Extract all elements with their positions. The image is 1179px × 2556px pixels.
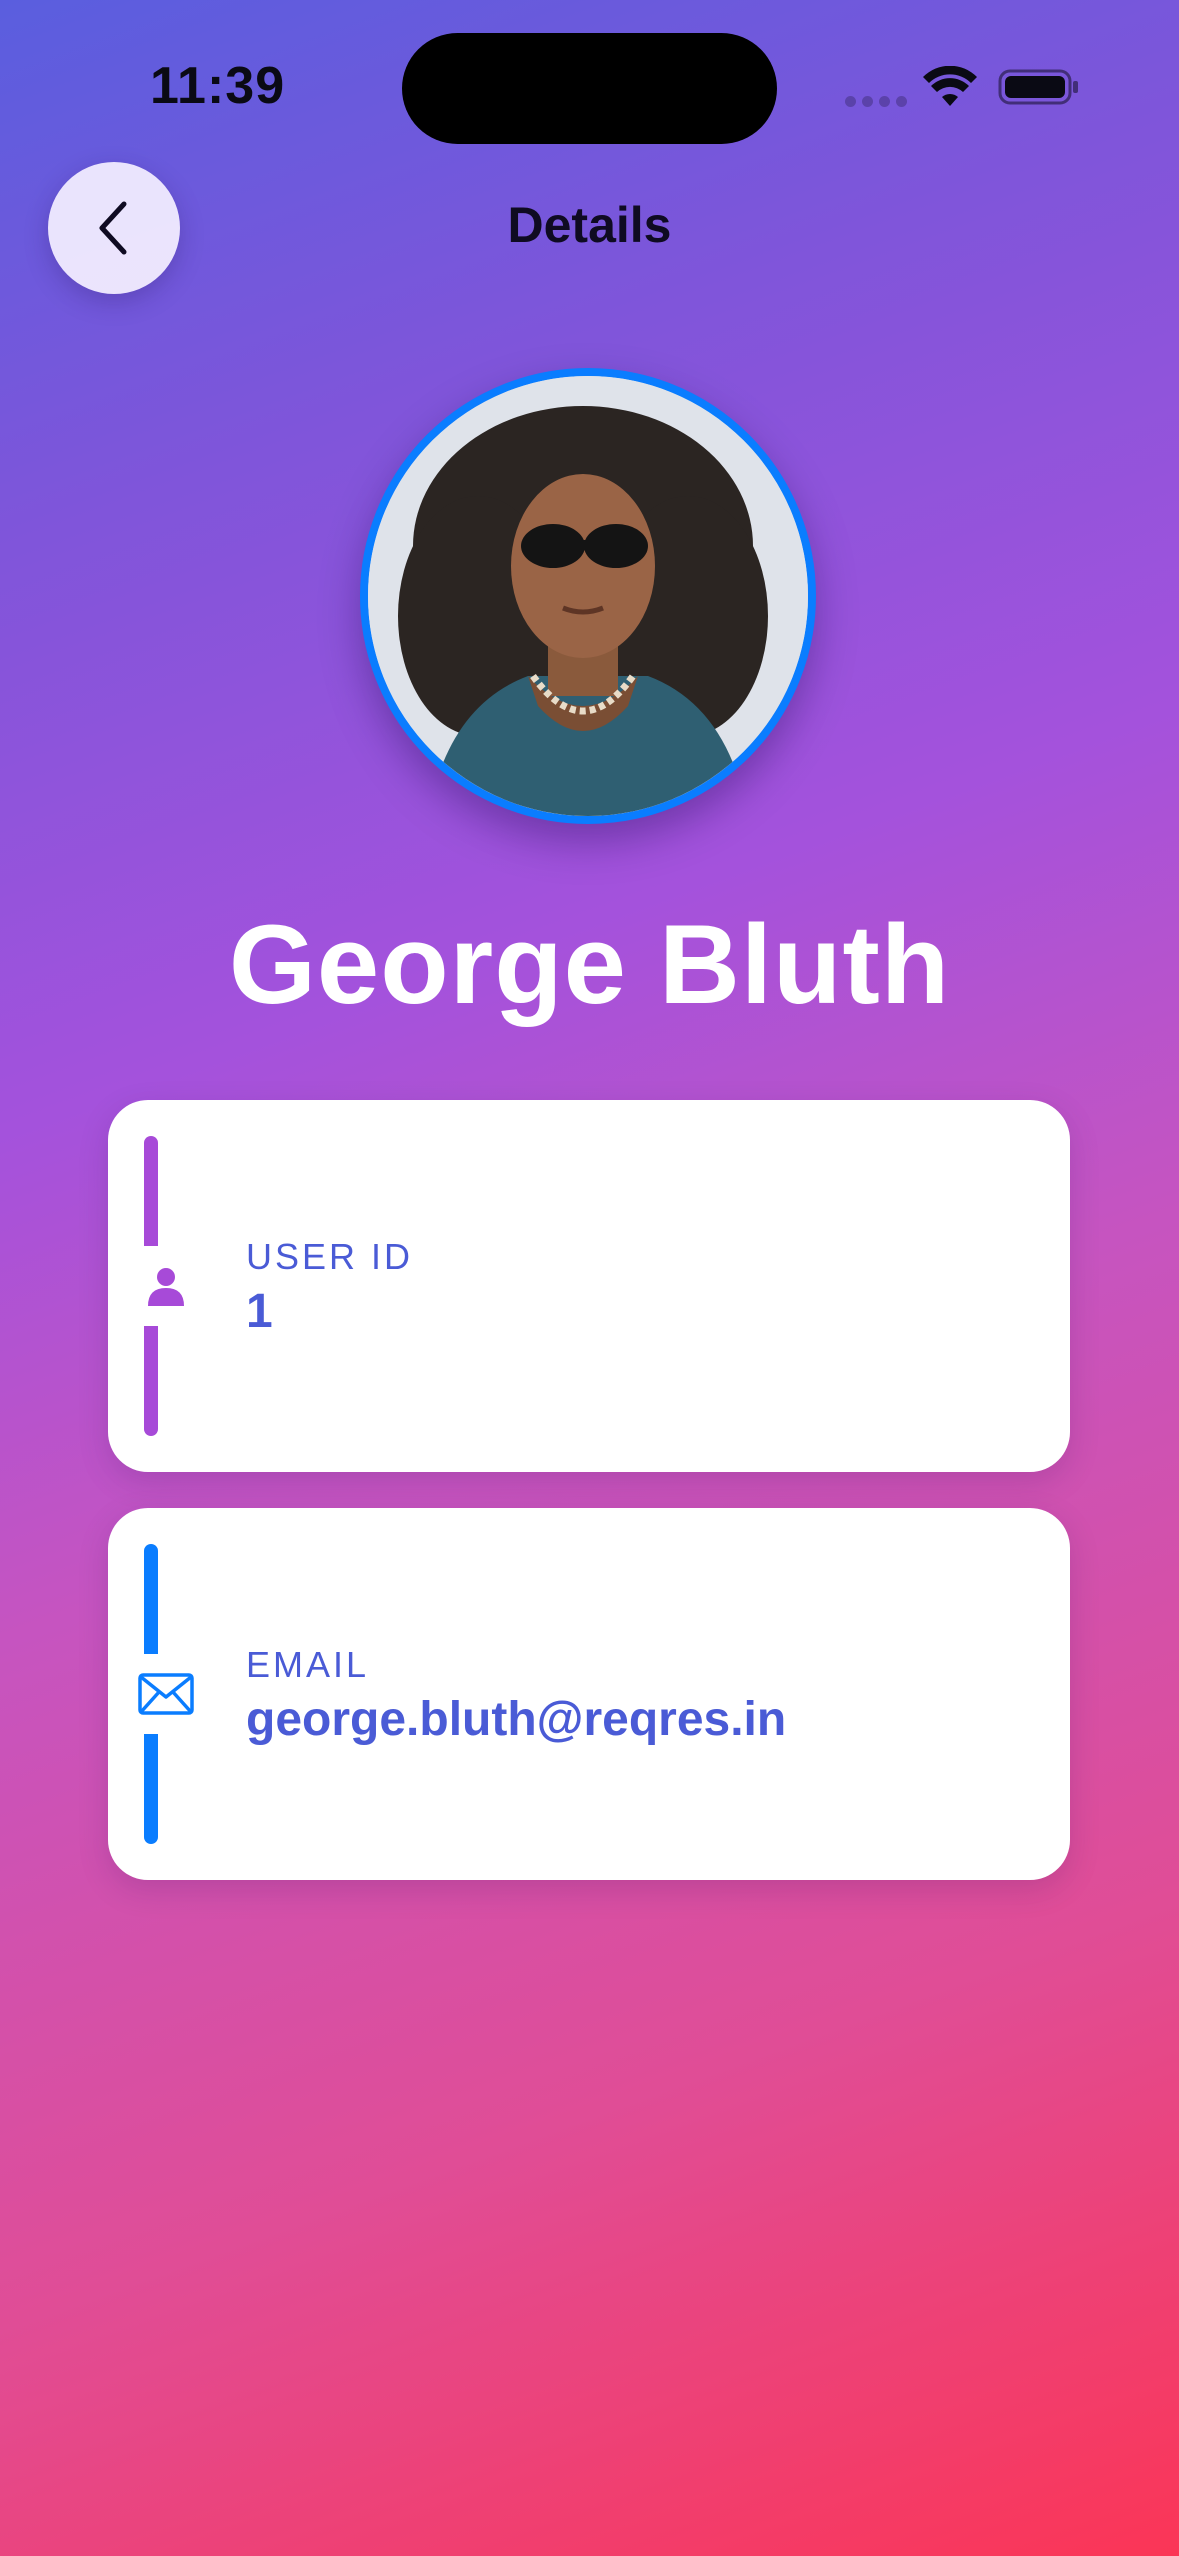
- status-bar: 11:39: [0, 0, 1179, 170]
- email-value[interactable]: george.bluth@reqres.in: [246, 1692, 786, 1747]
- email-label: EMAIL: [246, 1644, 370, 1685]
- user-name: George Bluth: [228, 902, 951, 1027]
- user-id-value: 1: [246, 1285, 273, 1338]
- status-time: 11:39: [150, 57, 286, 115]
- battery-icon: [998, 69, 1078, 105]
- page-title: Details: [507, 197, 672, 253]
- person-icon: [148, 1268, 184, 1306]
- user-id-label: USER ID: [246, 1236, 414, 1277]
- email-card: EMAIL george.bluth@reqres.in: [108, 1508, 1070, 1880]
- cellular-signal-icon: [845, 96, 907, 107]
- dynamic-island: [402, 33, 777, 144]
- envelope-icon: [138, 1673, 194, 1715]
- card-icon: [128, 1246, 204, 1326]
- wifi-icon: [923, 66, 977, 106]
- card-icon: [128, 1654, 204, 1734]
- avatar-photo: [368, 376, 808, 816]
- avatar: [360, 368, 816, 824]
- user-id-card: USER ID 1: [108, 1100, 1070, 1472]
